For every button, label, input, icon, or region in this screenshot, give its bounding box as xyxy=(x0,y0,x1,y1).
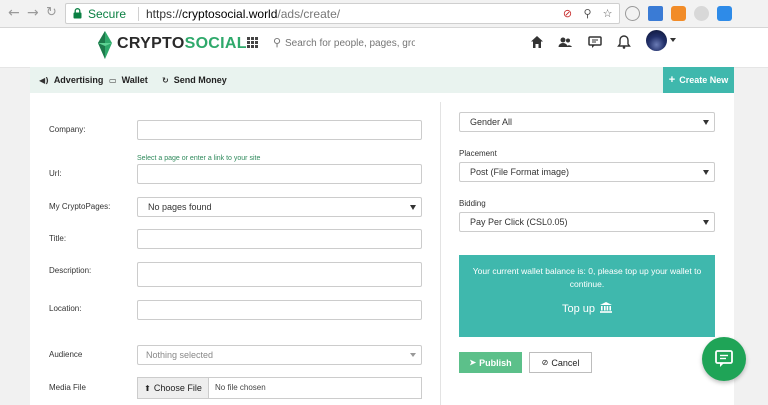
wallet-balance-message: Your current wallet balance is: 0, pleas… xyxy=(472,266,702,289)
column-divider xyxy=(440,102,441,405)
chat-button[interactable] xyxy=(702,337,746,381)
top-up-link[interactable]: Top up xyxy=(459,302,715,315)
bird-extension-icon[interactable] xyxy=(717,6,732,21)
send-money-icon: ↻ xyxy=(162,76,169,85)
site-header: CRYPTOSOCIAL ⚲ xyxy=(0,28,768,68)
url-text[interactable]: https://cryptosocial.world/ads/create/ xyxy=(146,7,340,21)
cancel-icon: ⊘ xyxy=(541,358,549,367)
plus-icon: + xyxy=(668,74,676,86)
company-input[interactable] xyxy=(137,120,422,140)
home-icon[interactable] xyxy=(529,34,545,50)
send-icon: ➤ xyxy=(469,358,477,367)
secure-label: Secure xyxy=(88,7,127,21)
chevron-down-icon xyxy=(703,170,709,175)
media-file-label: Media File xyxy=(49,383,86,392)
apps-grid-icon[interactable] xyxy=(247,37,258,48)
location-label: Location: xyxy=(49,304,82,313)
wallet-icon: ▭ xyxy=(109,76,117,85)
description-label: Description: xyxy=(49,266,92,275)
bank-icon xyxy=(600,302,613,313)
blocked-popup-icon[interactable]: ⊘ xyxy=(560,6,575,21)
site-logo[interactable]: CRYPTOSOCIAL xyxy=(117,35,247,53)
upload-icon: ⬆ xyxy=(144,383,151,393)
subnav-send-money[interactable]: ↻ Send Money xyxy=(162,75,227,86)
title-label: Title: xyxy=(49,234,67,243)
messages-icon[interactable] xyxy=(587,34,603,50)
browser-toolbar: ← → ↻ Secure https://cryptosocial.world/… xyxy=(0,0,768,28)
bookmark-star-icon[interactable]: ☆ xyxy=(600,6,615,21)
title-input[interactable] xyxy=(137,229,422,249)
media-file-input[interactable]: ⬆ Choose File No file chosen xyxy=(137,377,422,399)
publish-button[interactable]: ➤ Publish xyxy=(459,352,522,373)
address-bar[interactable]: Secure https://cryptosocial.world/ads/cr… xyxy=(65,3,620,24)
bidding-label: Bidding xyxy=(459,199,486,208)
fox-extension-icon[interactable] xyxy=(671,6,686,21)
url-hint: Select a page or enter a link to your si… xyxy=(137,155,261,162)
user-avatar[interactable] xyxy=(646,30,667,51)
search-icon: ⚲ xyxy=(273,36,282,49)
notifications-bell-icon[interactable] xyxy=(616,34,632,50)
choose-file-button[interactable]: ⬆ Choose File xyxy=(138,378,209,398)
address-separator xyxy=(138,7,139,21)
placement-select[interactable]: Post (File Format image) xyxy=(459,162,715,182)
bidding-select[interactable]: Pay Per Click (CSL0.05) xyxy=(459,212,715,232)
shield-extension-icon[interactable] xyxy=(625,6,640,21)
wallet-balance-notice: Your current wallet balance is: 0, pleas… xyxy=(459,255,715,337)
search-input[interactable] xyxy=(285,34,415,52)
subnav-advertising[interactable]: ◀) Advertising xyxy=(39,75,103,86)
cryptosocial-logo-icon[interactable] xyxy=(96,30,114,60)
cancel-button[interactable]: ⊘ Cancel xyxy=(529,352,592,373)
description-input[interactable] xyxy=(137,262,422,287)
friends-icon[interactable] xyxy=(557,34,573,50)
audience-select[interactable]: Nothing selected xyxy=(137,345,422,365)
ads-subnav: ◀) Advertising ▭ Wallet ↻ Send Money xyxy=(30,67,734,93)
cryptopages-select[interactable]: No pages found xyxy=(137,197,422,217)
subnav-wallet[interactable]: ▭ Wallet xyxy=(109,75,148,86)
create-new-button[interactable]: + Create New xyxy=(663,67,734,93)
chevron-down-icon[interactable] xyxy=(670,38,676,42)
cryptopages-label: My CryptoPages: xyxy=(49,202,111,211)
audience-label: Audience xyxy=(49,350,83,359)
back-arrow-icon[interactable]: ← xyxy=(8,6,20,20)
url-input[interactable] xyxy=(137,164,422,184)
megaphone-icon: ◀) xyxy=(39,76,49,85)
gender-select[interactable]: Gender All xyxy=(459,112,715,132)
lock-icon xyxy=(73,8,82,19)
url-label: Url: xyxy=(49,169,62,178)
chevron-down-icon xyxy=(410,205,416,210)
forward-arrow-icon[interactable]: → xyxy=(27,6,39,20)
reload-icon[interactable]: ↻ xyxy=(46,6,57,20)
company-label: Company: xyxy=(49,125,86,134)
chat-bubble-icon xyxy=(715,350,733,367)
placement-label: Placement xyxy=(459,149,497,158)
cloud-extension-icon[interactable] xyxy=(694,6,709,21)
blue-extension-icon[interactable] xyxy=(648,6,663,21)
chevron-down-icon xyxy=(703,220,709,225)
chevron-down-icon xyxy=(410,353,416,357)
zoom-icon[interactable]: ⚲ xyxy=(580,6,595,21)
chevron-down-icon xyxy=(703,120,709,125)
no-file-text: No file chosen xyxy=(215,383,266,392)
location-input[interactable] xyxy=(137,300,422,320)
